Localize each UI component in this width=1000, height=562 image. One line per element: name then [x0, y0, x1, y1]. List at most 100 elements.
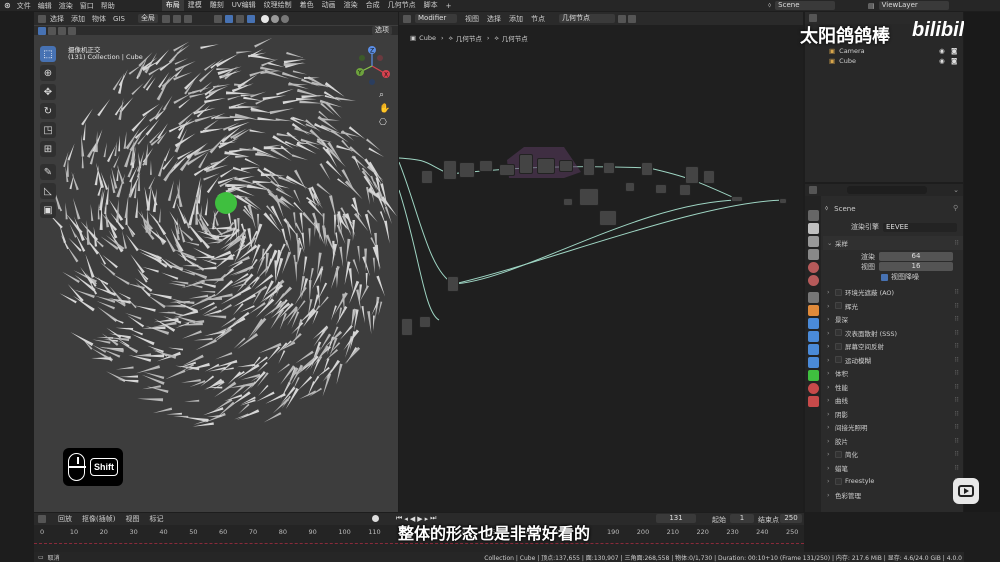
- node-3[interactable]: [459, 162, 475, 178]
- workspace-tab-6[interactable]: 动画: [318, 0, 340, 11]
- timeline-menu-item-3[interactable]: 标记: [149, 514, 163, 524]
- tool-tab-icon[interactable]: [807, 210, 819, 221]
- panel-4[interactable]: › 屏幕空间反射 ⠿: [823, 340, 963, 354]
- panel-3[interactable]: › 次表面散射 (SSS) ⠿: [823, 326, 963, 340]
- timeline-menu-item-0[interactable]: 回放: [58, 514, 72, 524]
- group-output-node[interactable]: [779, 198, 787, 204]
- panel-enable-checkbox[interactable]: [835, 450, 842, 458]
- workspace-tab-3[interactable]: UV编辑: [228, 0, 260, 11]
- node-19[interactable]: [563, 198, 573, 206]
- cursor-tool-icon[interactable]: ⊕: [40, 65, 56, 81]
- node-20[interactable]: [731, 196, 743, 202]
- node-12[interactable]: [685, 166, 699, 184]
- node-11[interactable]: [641, 162, 653, 176]
- drag-handle-icon[interactable]: ⠿: [954, 315, 959, 323]
- panel-5[interactable]: › 运动模糊 ⠿: [823, 353, 963, 367]
- select-mode-icon[interactable]: [38, 26, 46, 35]
- snap-icon[interactable]: [172, 14, 181, 23]
- world-tab-icon[interactable]: [807, 275, 819, 286]
- node-21[interactable]: [447, 276, 459, 292]
- proportional-icon[interactable]: [183, 14, 192, 23]
- node-1[interactable]: [421, 170, 433, 184]
- node-menu-item-0[interactable]: 视图: [465, 14, 479, 24]
- node-editor[interactable]: [399, 12, 803, 512]
- panel-enable-checkbox[interactable]: [835, 342, 842, 350]
- drag-handle-icon[interactable]: ⠿: [954, 437, 959, 445]
- modifier-dropdown[interactable]: Modifier: [415, 14, 457, 23]
- menu-item-0[interactable]: 文件: [17, 1, 31, 11]
- breadcrumb-item-2[interactable]: 几何节点: [502, 33, 528, 43]
- drag-handle-icon[interactable]: ⠿: [954, 369, 959, 377]
- viewport-samples-field[interactable]: 16: [879, 262, 953, 271]
- node-8[interactable]: [559, 160, 573, 172]
- drag-handle-icon[interactable]: ⠿: [954, 288, 959, 296]
- shading-material-icon[interactable]: [270, 14, 279, 23]
- viewport-menu-item-2[interactable]: 物体: [92, 14, 106, 24]
- texture-tab-icon[interactable]: [807, 396, 819, 407]
- panel-enable-checkbox[interactable]: [835, 288, 842, 296]
- new-tree-icon[interactable]: [628, 14, 636, 23]
- viewport-menu-item-3[interactable]: GIS: [113, 15, 125, 23]
- visibility-eye-icon[interactable]: ◉: [939, 57, 945, 65]
- render-camera-icon[interactable]: ◙: [951, 47, 957, 55]
- select-invert-icon[interactable]: [68, 26, 76, 35]
- properties-type-icon[interactable]: [809, 186, 817, 194]
- add-cube-tool-icon[interactable]: ▣: [40, 202, 56, 218]
- node-14[interactable]: [679, 184, 691, 196]
- render-tab-icon[interactable]: [807, 223, 819, 234]
- measure-tool-icon[interactable]: ◺: [40, 183, 56, 199]
- panel-12[interactable]: › 简化 ⠿: [823, 448, 963, 462]
- viewport-3d[interactable]: 摄像机正交 (131) Collection | Cube Z X Y ⌕ ✋ …: [34, 12, 398, 512]
- node-7[interactable]: [537, 158, 555, 174]
- panel-2[interactable]: › 景深 ⠿: [823, 313, 963, 327]
- panel-14[interactable]: ›Freestyle⠿: [823, 475, 963, 489]
- bilibili-tv-icon[interactable]: [953, 478, 979, 504]
- workspace-tab-7[interactable]: 渲染: [340, 0, 362, 11]
- rotate-tool-icon[interactable]: ↻: [40, 103, 56, 119]
- panel-0[interactable]: › 环境光遮蔽 (AO) ⠿: [823, 286, 963, 300]
- workspace-tab-0[interactable]: 布局: [161, 0, 184, 11]
- visibility-eye-icon[interactable]: ◉: [939, 47, 945, 55]
- gizmo-toggle-icon[interactable]: [224, 14, 233, 23]
- fake-user-icon[interactable]: [618, 14, 626, 23]
- panel-1[interactable]: › 辉光 ⠿: [823, 299, 963, 313]
- drag-handle-icon[interactable]: ⠿: [954, 396, 959, 404]
- workspace-tab-10[interactable]: 脚本: [420, 0, 442, 11]
- drag-handle-icon[interactable]: ⠿: [954, 342, 959, 350]
- panel-13[interactable]: › 蜡笔 ⠿: [823, 461, 963, 475]
- modifier-tab-icon[interactable]: [807, 318, 819, 329]
- viewport-menu-item-1[interactable]: 添加: [71, 14, 85, 24]
- annotate-tool-icon[interactable]: ✎: [40, 164, 56, 180]
- xray-icon[interactable]: [246, 14, 255, 23]
- scene-selector[interactable]: ⬨ Scene: [768, 1, 836, 10]
- navigation-gizmo[interactable]: Z X Y: [350, 44, 394, 88]
- node-22[interactable]: [401, 318, 413, 336]
- drag-handle-icon[interactable]: ⠿: [954, 329, 959, 337]
- pivot-icon[interactable]: [161, 14, 170, 23]
- node-10[interactable]: [603, 162, 615, 174]
- object-tab-icon[interactable]: [807, 305, 819, 316]
- workspace-tab-1[interactable]: 建模: [184, 0, 206, 11]
- end-frame-field[interactable]: 250: [780, 514, 802, 523]
- menu-item-4[interactable]: 帮助: [101, 1, 115, 11]
- breadcrumb-item-1[interactable]: 几何节点: [456, 33, 482, 43]
- viewlayer-selector[interactable]: ▤ ViewLayer: [868, 1, 949, 10]
- panel-enable-checkbox[interactable]: [835, 329, 842, 337]
- drag-handle-icon[interactable]: ⠿: [954, 450, 959, 458]
- node-2[interactable]: [443, 160, 457, 180]
- view-layer-tab-icon[interactable]: [807, 249, 819, 260]
- scale-tool-icon[interactable]: ◳: [40, 122, 56, 138]
- panel-enable-checkbox[interactable]: [835, 477, 842, 485]
- timeline-menu-item-1[interactable]: 抠像(插帧): [82, 514, 115, 524]
- panel-10[interactable]: › 间接光照明 ⠿: [823, 421, 963, 435]
- select-subtract-icon[interactable]: [58, 26, 66, 35]
- panel-9[interactable]: › 阴影 ⠿: [823, 407, 963, 421]
- drag-handle-icon[interactable]: ⠿: [954, 383, 959, 391]
- workspace-tab-8[interactable]: 合成: [362, 0, 384, 11]
- menu-item-2[interactable]: 渲染: [59, 1, 73, 11]
- node-13[interactable]: [703, 170, 715, 184]
- node-23[interactable]: [419, 316, 431, 328]
- shading-rendered-icon[interactable]: [280, 14, 289, 23]
- panel-15[interactable]: ›色彩管理⠿: [823, 488, 963, 502]
- render-engine-dropdown[interactable]: EEVEE: [883, 222, 957, 232]
